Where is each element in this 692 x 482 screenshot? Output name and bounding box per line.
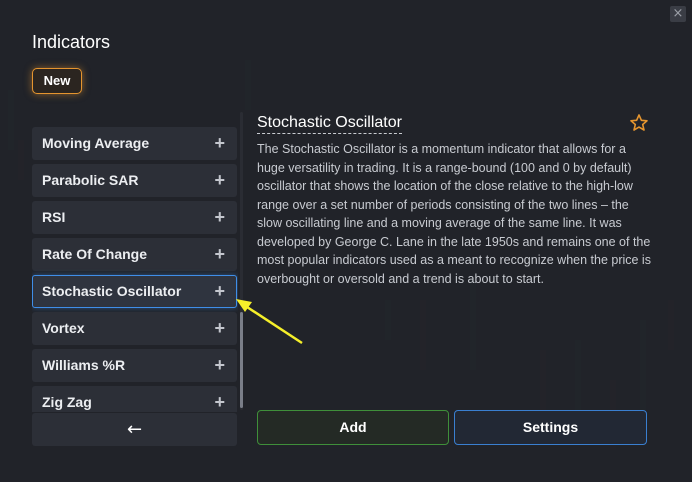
plus-icon[interactable]: + bbox=[214, 349, 225, 382]
indicator-label: Stochastic Oscillator bbox=[42, 283, 182, 299]
indicator-item-moving-average[interactable]: Moving Average + bbox=[32, 127, 237, 160]
indicator-item-parabolic-sar[interactable]: Parabolic SAR + bbox=[32, 164, 237, 197]
settings-button[interactable]: Settings bbox=[454, 410, 647, 445]
indicator-label: Rate Of Change bbox=[42, 246, 148, 262]
indicator-label: Parabolic SAR bbox=[42, 172, 139, 188]
plus-icon[interactable]: + bbox=[214, 238, 225, 271]
plus-icon[interactable]: + bbox=[214, 386, 225, 412]
indicators-modal: × Indicators New Moving Average + Parabo… bbox=[0, 0, 692, 482]
indicator-label: Zig Zag bbox=[42, 394, 92, 410]
back-button[interactable]: ← bbox=[32, 413, 237, 446]
new-filter-button[interactable]: New bbox=[32, 68, 82, 94]
plus-icon[interactable]: + bbox=[214, 164, 225, 197]
indicator-list: Moving Average + Parabolic SAR + RSI + R… bbox=[32, 112, 238, 412]
indicator-label: Vortex bbox=[42, 320, 85, 336]
indicator-detail-title: Stochastic Oscillator bbox=[257, 114, 402, 134]
indicator-item-stochastic-oscillator[interactable]: Stochastic Oscillator + bbox=[32, 275, 237, 308]
indicator-item-williams-r[interactable]: Williams %R + bbox=[32, 349, 237, 382]
indicator-item-rsi[interactable]: RSI + bbox=[32, 201, 237, 234]
back-arrow-icon: ← bbox=[126, 419, 143, 440]
indicator-label: Williams %R bbox=[42, 357, 126, 373]
plus-icon[interactable]: + bbox=[214, 312, 225, 345]
add-button[interactable]: Add bbox=[257, 410, 449, 445]
plus-icon[interactable]: + bbox=[214, 127, 225, 160]
indicator-item-rate-of-change[interactable]: Rate Of Change + bbox=[32, 238, 237, 271]
indicator-item-vortex[interactable]: Vortex + bbox=[32, 312, 237, 345]
scrollbar-thumb[interactable] bbox=[240, 312, 243, 408]
close-button[interactable]: × bbox=[670, 6, 686, 22]
indicator-description: The Stochastic Oscillator is a momentum … bbox=[257, 142, 651, 286]
indicator-label: Moving Average bbox=[42, 135, 150, 151]
indicator-item-zig-zag[interactable]: Zig Zag + bbox=[32, 386, 237, 412]
modal-title: Indicators bbox=[32, 32, 111, 52]
plus-icon[interactable]: + bbox=[214, 201, 225, 234]
indicator-label: RSI bbox=[42, 209, 66, 225]
plus-icon[interactable]: + bbox=[214, 276, 225, 307]
star-icon[interactable] bbox=[629, 113, 649, 133]
list-scrollbar[interactable] bbox=[240, 112, 243, 410]
